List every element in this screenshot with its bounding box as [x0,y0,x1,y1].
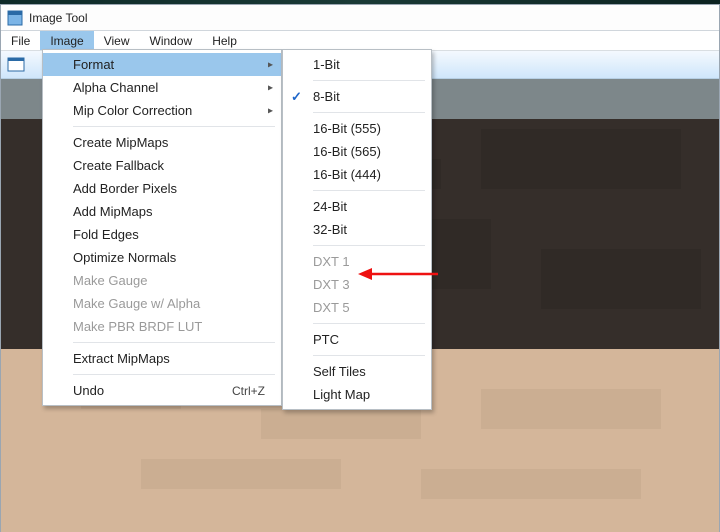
submenu-arrow-icon: ▸ [268,59,273,70]
menu-item-label: 24-Bit [313,199,347,214]
menu-item-create-fallback[interactable]: Create Fallback [43,154,281,177]
submenu-item-8bit[interactable]: ✓ 8-Bit [283,85,431,108]
menu-item-label: Format [73,57,114,72]
menu-item-optimize-normals[interactable]: Optimize Normals [43,246,281,269]
menu-item-label: Add MipMaps [73,204,152,219]
menu-item-make-gauge: Make Gauge [43,269,281,292]
titlebar: Image Tool [1,5,719,31]
menu-separator [313,80,425,81]
menu-item-undo[interactable]: Undo Ctrl+Z [43,379,281,402]
submenu-arrow-icon: ▸ [268,82,273,93]
window-icon[interactable] [7,56,25,74]
submenu-item-dxt3: DXT 3 [283,273,431,296]
submenu-item-ptc[interactable]: PTC [283,328,431,351]
submenu-item-16bit-555[interactable]: 16-Bit (555) [283,117,431,140]
format-submenu-dropdown: 1-Bit ✓ 8-Bit 16-Bit (555) 16-Bit (565) … [282,49,432,410]
menu-separator [73,374,275,375]
menu-separator [313,245,425,246]
menu-item-label: Add Border Pixels [73,181,177,196]
menu-item-label: 8-Bit [313,89,340,104]
menu-item-label: Make Gauge w/ Alpha [73,296,200,311]
menu-item-label: 32-Bit [313,222,347,237]
menu-item-label: Fold Edges [73,227,139,242]
menu-item-label: Mip Color Correction [73,103,192,118]
menu-item-label: DXT 5 [313,300,350,315]
menu-item-create-mipmaps[interactable]: Create MipMaps [43,131,281,154]
menu-accelerator: Ctrl+Z [232,384,265,398]
menu-item-extract-mipmaps[interactable]: Extract MipMaps [43,347,281,370]
menu-item-label: PTC [313,332,339,347]
menu-view[interactable]: View [94,31,140,50]
submenu-item-16bit-444[interactable]: 16-Bit (444) [283,163,431,186]
submenu-item-dxt1: DXT 1 [283,250,431,273]
menu-item-label: 16-Bit (444) [313,167,381,182]
menu-separator [313,323,425,324]
menu-item-label: Alpha Channel [73,80,158,95]
menu-item-format[interactable]: Format ▸ [43,53,281,76]
menubar: File Image View Window Help [1,31,719,51]
menu-item-label: Light Map [313,387,370,402]
app-icon [7,10,23,26]
window-title: Image Tool [29,11,87,25]
submenu-item-32bit[interactable]: 32-Bit [283,218,431,241]
menu-item-add-mipmaps[interactable]: Add MipMaps [43,200,281,223]
submenu-item-dxt5: DXT 5 [283,296,431,319]
submenu-item-self-tiles[interactable]: Self Tiles [283,360,431,383]
menu-help[interactable]: Help [202,31,247,50]
submenu-item-light-map[interactable]: Light Map [283,383,431,406]
submenu-item-24bit[interactable]: 24-Bit [283,195,431,218]
menu-image[interactable]: Image [40,31,93,50]
submenu-item-1bit[interactable]: 1-Bit [283,53,431,76]
menu-separator [313,190,425,191]
menu-item-fold-edges[interactable]: Fold Edges [43,223,281,246]
submenu-item-16bit-565[interactable]: 16-Bit (565) [283,140,431,163]
menu-item-label: Create MipMaps [73,135,168,150]
menu-item-label: Undo [73,383,104,398]
menu-item-add-border-pixels[interactable]: Add Border Pixels [43,177,281,200]
menu-item-label: Create Fallback [73,158,164,173]
menu-item-alpha-channel[interactable]: Alpha Channel ▸ [43,76,281,99]
menu-item-label: 1-Bit [313,57,340,72]
menu-item-make-pbr-brdf-lut: Make PBR BRDF LUT [43,315,281,338]
menu-item-label: Extract MipMaps [73,351,170,366]
menu-item-mip-color-correction[interactable]: Mip Color Correction ▸ [43,99,281,122]
menu-item-make-gauge-alpha: Make Gauge w/ Alpha [43,292,281,315]
menu-item-label: 16-Bit (565) [313,144,381,159]
menu-file[interactable]: File [1,31,40,50]
menu-item-label: DXT 3 [313,277,350,292]
menu-separator [313,112,425,113]
menu-item-label: Make PBR BRDF LUT [73,319,202,334]
menu-item-label: 16-Bit (555) [313,121,381,136]
menu-item-label: Make Gauge [73,273,147,288]
menu-item-label: DXT 1 [313,254,350,269]
checkmark-icon: ✓ [291,89,302,105]
menu-separator [313,355,425,356]
menu-window[interactable]: Window [140,31,203,50]
menu-item-label: Self Tiles [313,364,366,379]
menu-separator [73,126,275,127]
menu-item-label: Optimize Normals [73,250,176,265]
menu-separator [73,342,275,343]
submenu-arrow-icon: ▸ [268,105,273,116]
image-menu-dropdown: Format ▸ Alpha Channel ▸ Mip Color Corre… [42,49,282,406]
